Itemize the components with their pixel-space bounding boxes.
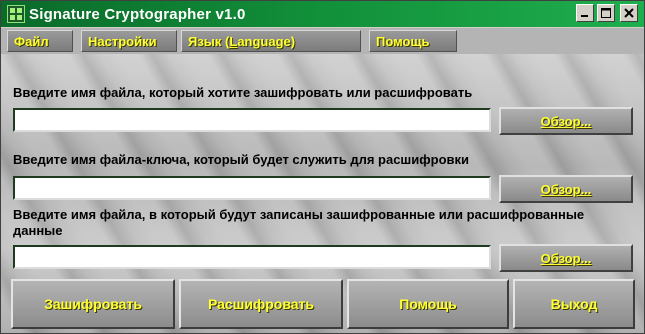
menu-help[interactable]: Помощь — [369, 30, 457, 52]
key-browse-label: Обзор... — [540, 181, 592, 197]
maximize-icon — [601, 8, 611, 18]
exit-button-label: Выход — [550, 296, 598, 312]
output-file-label: Введите имя файла, в который будут запис… — [13, 207, 585, 238]
title-bar[interactable]: Signature Cryptographer v1.0 — [1, 1, 644, 27]
close-button[interactable] — [620, 4, 638, 22]
menu-language-label-end: anguage) — [237, 34, 296, 49]
menu-language-label-start: Язык ( — [188, 34, 230, 49]
key-file-label: Введите имя файла-ключа, который будет с… — [13, 152, 469, 167]
source-browse-button[interactable]: Обзор... — [499, 107, 633, 135]
source-file-label: Введите имя файла, который хотите зашифр… — [13, 85, 473, 100]
app-window: Signature Cryptographer v1.0 Файл Настро… — [0, 0, 645, 334]
output-browse-button[interactable]: Обзор... — [499, 244, 633, 272]
menu-file[interactable]: Файл — [7, 30, 73, 52]
key-file-input[interactable] — [13, 176, 491, 200]
menu-settings-label: Настройки — [88, 34, 157, 49]
source-browse-label: Обзор... — [540, 113, 592, 129]
app-grid-icon — [7, 5, 25, 23]
decrypt-button-label: Расшифровать — [207, 296, 315, 312]
menu-help-label: Помощь — [376, 34, 430, 49]
output-file-input[interactable] — [13, 245, 491, 269]
window-title: Signature Cryptographer v1.0 — [29, 5, 246, 23]
exit-button[interactable]: Выход — [513, 279, 635, 329]
minimize-icon — [581, 15, 588, 17]
help-button[interactable]: Помощь — [347, 279, 509, 329]
menu-bar: Файл Настройки Язык (Language) Помощь — [1, 28, 644, 54]
output-browse-label: Обзор... — [540, 250, 592, 266]
menu-settings[interactable]: Настройки — [81, 30, 177, 52]
decrypt-button[interactable]: Расшифровать — [179, 279, 343, 329]
encrypt-button[interactable]: Зашифровать — [11, 279, 175, 329]
source-file-input[interactable] — [13, 108, 491, 132]
minimize-button[interactable] — [576, 4, 594, 22]
maximize-button[interactable] — [597, 4, 615, 22]
menu-file-label: Файл — [14, 34, 49, 49]
encrypt-button-label: Зашифровать — [44, 296, 142, 312]
close-icon — [624, 8, 634, 18]
help-button-label: Помощь — [399, 296, 457, 312]
menu-language[interactable]: Язык (Language) — [181, 30, 361, 52]
key-browse-button[interactable]: Обзор... — [499, 175, 633, 203]
